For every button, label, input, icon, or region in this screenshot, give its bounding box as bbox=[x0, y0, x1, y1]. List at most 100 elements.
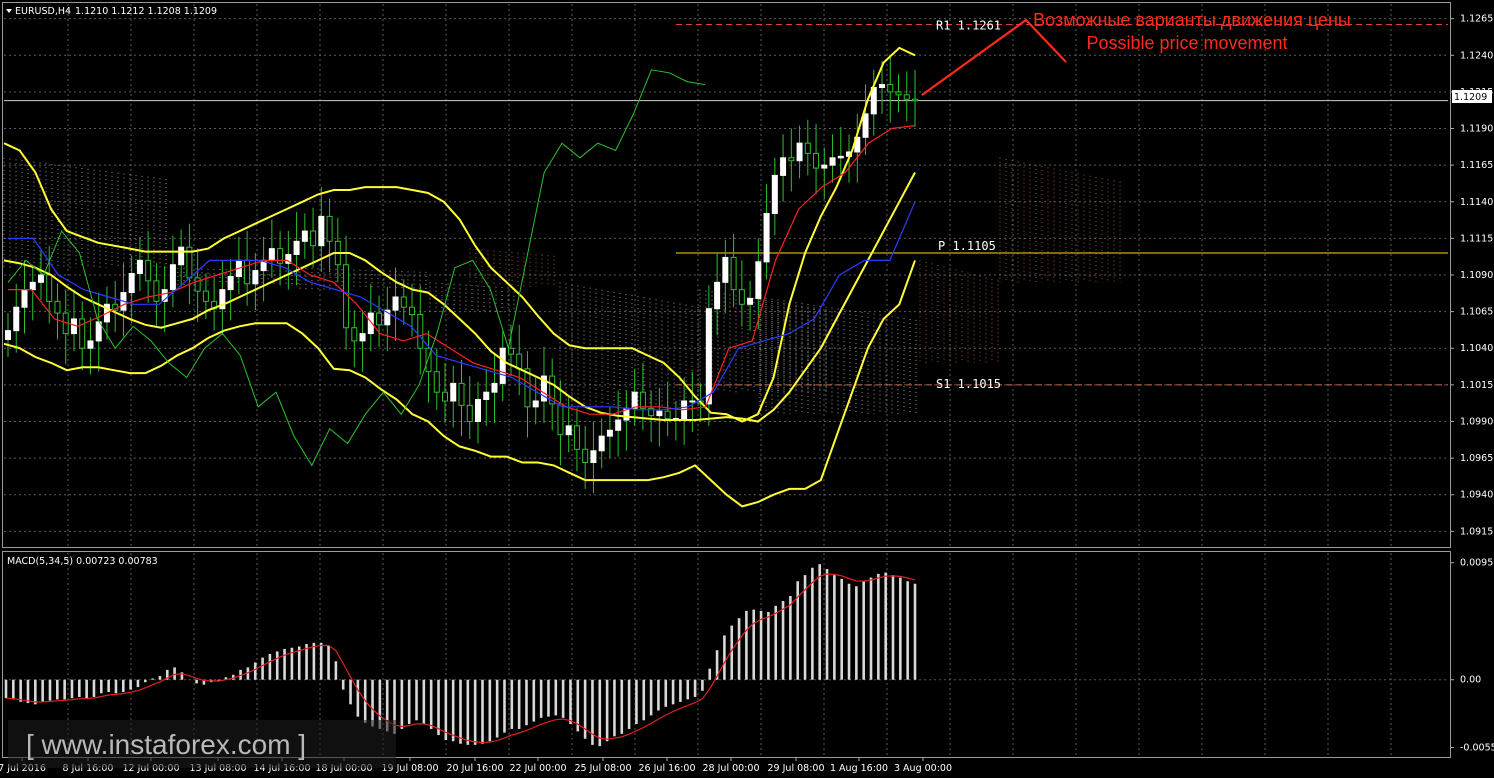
candlesticks bbox=[5, 55, 918, 494]
price-grid bbox=[4, 4, 1448, 756]
candle-body bbox=[639, 391, 646, 409]
current-price-label: 1.1209 bbox=[1454, 92, 1487, 103]
candle-body bbox=[804, 142, 811, 154]
candle-body bbox=[483, 391, 490, 401]
candle-body bbox=[862, 113, 869, 138]
time-tick-label: 3 Aug 00:00 bbox=[894, 763, 952, 774]
collapse-triangle-icon[interactable] bbox=[6, 9, 12, 13]
candle-body bbox=[376, 312, 383, 326]
level-label-r1: R1 1.1261 bbox=[936, 19, 1001, 33]
level-label-s1: S1 1.1015 bbox=[936, 377, 1001, 391]
chikou-span bbox=[7, 69, 706, 467]
candle-body bbox=[532, 400, 539, 408]
candle-body bbox=[516, 353, 523, 370]
candle-body bbox=[277, 248, 284, 264]
candle-body bbox=[227, 275, 234, 291]
candle-body bbox=[310, 230, 317, 247]
candle-body bbox=[615, 419, 622, 431]
candle-body bbox=[730, 256, 737, 291]
candle-body bbox=[837, 155, 844, 159]
candle-body bbox=[244, 259, 251, 285]
candle-body bbox=[458, 382, 465, 406]
annotation-russian: Возможные варианты движения цены bbox=[1033, 10, 1351, 30]
candle-body bbox=[598, 435, 605, 452]
candle-body bbox=[879, 84, 886, 88]
candle-body bbox=[433, 371, 440, 393]
candle-body bbox=[689, 400, 696, 403]
price-axis: 1.12651.12401.12151.11901.11651.11401.11… bbox=[1450, 14, 1494, 754]
candle-body bbox=[573, 425, 580, 450]
price-tick-label: 1.1115 bbox=[1460, 233, 1493, 244]
candle-body bbox=[714, 281, 721, 310]
candle-body bbox=[813, 152, 820, 169]
candle-body bbox=[29, 281, 36, 291]
price-tick-label: 1.1265 bbox=[1460, 14, 1493, 25]
candle-body bbox=[400, 296, 407, 308]
candle-body bbox=[409, 306, 416, 316]
eurusd-chart-window[interactable]: R1 1.1261 P 1.1105 S1 1.1015 1.1265 1.1240 1… bbox=[0, 0, 1494, 778]
candle-body bbox=[293, 240, 300, 255]
candle-body bbox=[606, 429, 613, 437]
candle-body bbox=[46, 274, 53, 302]
candle-body bbox=[895, 91, 902, 96]
candle-body bbox=[54, 300, 61, 314]
price-tick-label: 1.1165 bbox=[1460, 160, 1493, 171]
candle-body bbox=[417, 314, 424, 349]
candle-body bbox=[491, 382, 498, 393]
candle-body bbox=[351, 327, 358, 342]
macd-tick-label: -0.00551 bbox=[1460, 743, 1494, 754]
price-tick-label: 1.0940 bbox=[1460, 490, 1493, 501]
candle-body bbox=[763, 212, 770, 263]
price-tick-label: 1.1015 bbox=[1460, 380, 1493, 391]
time-tick-label: 1 Aug 16:00 bbox=[830, 763, 888, 774]
ohlc-values: 1.1210 1.1212 1.1208 1.1209 bbox=[75, 6, 217, 17]
candle-body bbox=[821, 164, 828, 169]
candle-body bbox=[474, 399, 481, 422]
time-tick-label: 26 Jul 16:00 bbox=[639, 763, 696, 774]
candle-body bbox=[507, 347, 514, 355]
candle-body bbox=[738, 289, 745, 305]
candle-body bbox=[829, 157, 836, 166]
candle-body bbox=[780, 157, 787, 176]
candle-body bbox=[318, 215, 325, 247]
candle-body bbox=[153, 280, 160, 302]
candle-body bbox=[87, 340, 94, 349]
candle-body bbox=[771, 174, 778, 214]
candle-body bbox=[582, 448, 589, 464]
price-tick-label: 1.1090 bbox=[1460, 270, 1493, 281]
bollinger-upper bbox=[3, 46, 916, 423]
price-tick-label: 1.0990 bbox=[1460, 416, 1493, 427]
candle-body bbox=[70, 318, 77, 335]
level-label-p: P 1.1105 bbox=[938, 239, 996, 253]
macd-tick-label: 0.00951 bbox=[1460, 558, 1494, 569]
time-tick-label: 20 Jul 16:00 bbox=[447, 763, 504, 774]
price-tick-label: 1.0965 bbox=[1460, 453, 1493, 464]
candle-body bbox=[37, 274, 44, 283]
candle-body bbox=[13, 306, 20, 332]
candle-body bbox=[557, 403, 564, 436]
time-tick-label: 29 Jul 08:00 bbox=[768, 763, 825, 774]
candle-body bbox=[631, 391, 638, 409]
price-tick-label: 1.1240 bbox=[1460, 50, 1493, 61]
candle-body bbox=[202, 290, 209, 302]
candle-body bbox=[5, 330, 11, 340]
candle-body bbox=[136, 259, 143, 275]
candle-body bbox=[499, 347, 506, 384]
price-tick-label: 1.0915 bbox=[1460, 526, 1493, 537]
watermark: [ www.instaforex.com ] bbox=[26, 729, 306, 760]
candle-body bbox=[450, 382, 457, 402]
price-tick-label: 1.1040 bbox=[1460, 343, 1493, 354]
candle-body bbox=[145, 259, 152, 282]
candle-body bbox=[722, 256, 729, 283]
time-tick-label: 22 Jul 00:00 bbox=[510, 763, 567, 774]
price-tick-label: 1.1190 bbox=[1460, 124, 1493, 135]
candle-body bbox=[796, 142, 803, 162]
candle-body bbox=[301, 230, 308, 242]
annotation-english: Possible price movement bbox=[1086, 33, 1287, 53]
candle-body bbox=[887, 84, 894, 93]
candle-body bbox=[169, 264, 176, 291]
candle-body bbox=[128, 273, 135, 294]
candle-body bbox=[326, 215, 333, 242]
symbol-label: EURUSD,H4 bbox=[15, 6, 71, 17]
candle-body bbox=[466, 404, 473, 422]
